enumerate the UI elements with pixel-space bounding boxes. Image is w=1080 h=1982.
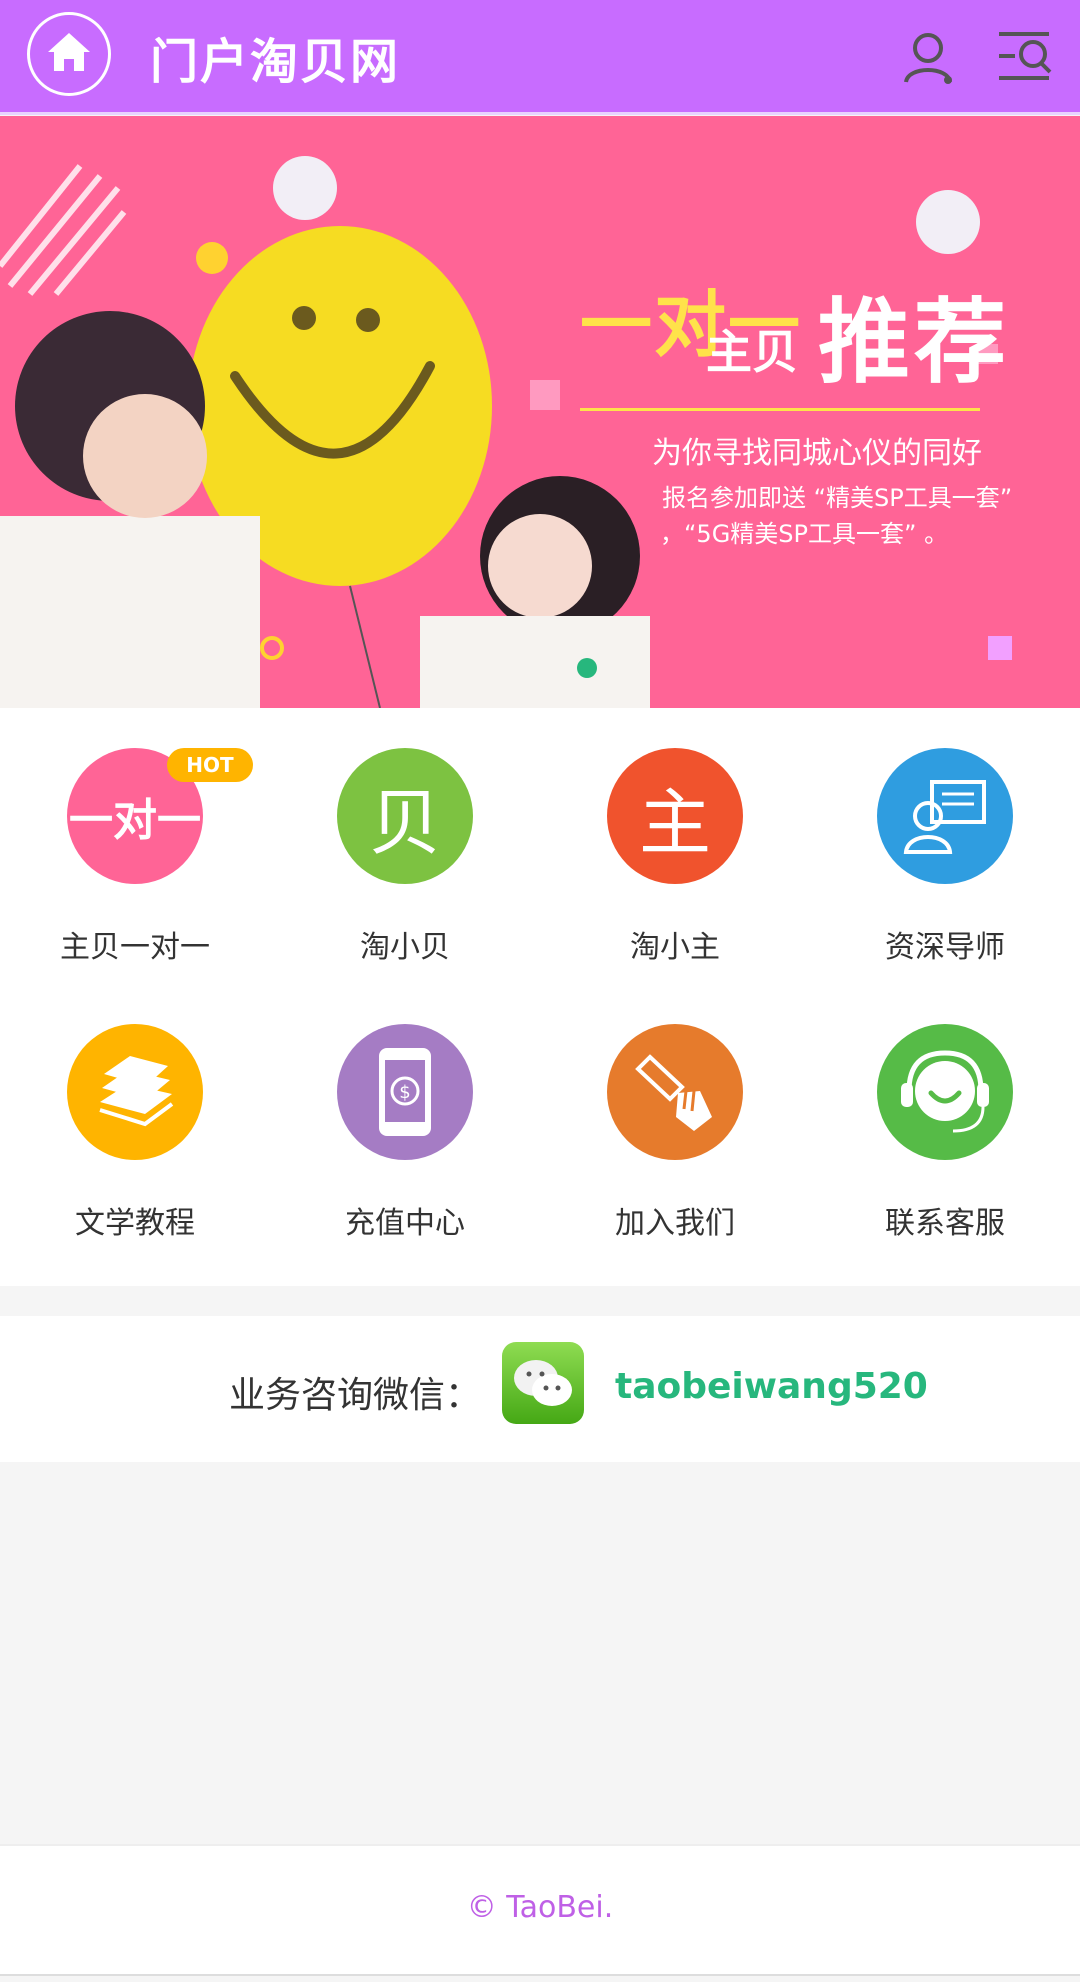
banner-illustration (0, 156, 1012, 708)
grid-item-join[interactable]: 加入我们 (540, 984, 810, 1260)
copyright: © TaoBei. (466, 1890, 614, 1925)
hot-badge: HOT (167, 748, 253, 782)
footer: © TaoBei. (0, 1844, 1080, 1976)
user-button[interactable] (900, 28, 960, 88)
grid-item-label: 充值中心 (345, 1206, 465, 1241)
carousel-dot[interactable] (577, 658, 597, 678)
grid-item-recharge[interactable]: $ 充值中心 (270, 984, 540, 1260)
feature-grid: 一对一 HOT 主贝一对一 贝 淘小贝 主 淘小主 资深导师 文学教程 $ 充值… (0, 708, 1080, 1286)
banner-subheadline: 主贝 (706, 325, 798, 379)
promo-banner[interactable]: 一对一 主贝 推荐 为你寻找同城心仪的同好 报名参加即送 “精美SP工具一套” … (0, 116, 1080, 708)
grid-item-tutorials[interactable]: 文学教程 (0, 984, 270, 1260)
phone-dollar-icon: $ (337, 1024, 473, 1160)
app-title: 门户淘贝网 (150, 34, 401, 90)
wechat-id[interactable]: taobeiwang520 (615, 1366, 928, 1407)
grid-item-label: 淘小主 (630, 930, 720, 965)
bei-glyph: 贝 (368, 780, 441, 865)
banner-promo-1: 报名参加即送 “精美SP工具一套” (662, 484, 1013, 512)
grid-item-mentor[interactable]: 资深导师 (810, 708, 1080, 984)
zhu-glyph: 主 (638, 780, 711, 865)
one-on-one-glyph: 一对一 (69, 795, 201, 846)
consult-label: 业务咨询微信： (229, 1375, 482, 1416)
grid-item-one-on-one[interactable]: 一对一 HOT 主贝一对一 (0, 708, 270, 984)
wechat-icon (502, 1342, 584, 1424)
banner-promo-2: ，“5G精美SP工具一套” 。 (660, 520, 949, 548)
menu-search-icon (995, 32, 1055, 92)
svg-text:$: $ (399, 1082, 410, 1103)
banner-recommend: 推荐 (818, 289, 1011, 396)
grid-item-label: 文学教程 (75, 1206, 195, 1241)
home-icon (46, 31, 92, 77)
grid-item-zhu[interactable]: 主 淘小主 (540, 708, 810, 984)
menu-search-button[interactable] (995, 28, 1055, 88)
user-icon (900, 33, 960, 92)
handshake-icon (607, 1024, 743, 1160)
grid-item-label: 主贝一对一 (60, 930, 210, 965)
mentor-icon (877, 748, 1013, 884)
grid-item-label: 资深导师 (885, 930, 1005, 965)
grid-item-support[interactable]: 联系客服 (810, 984, 1080, 1260)
grid-item-label: 加入我们 (615, 1206, 735, 1241)
zhu-icon: 主 (607, 748, 743, 884)
bei-icon: 贝 (337, 748, 473, 884)
wechat-consult-bar: 业务咨询微信： taobeiwang520 (0, 1316, 1080, 1462)
grid-item-label: 淘小贝 (360, 930, 450, 965)
home-button[interactable] (27, 12, 111, 96)
books-icon (67, 1024, 203, 1160)
top-bar: 门户淘贝网 (0, 0, 1080, 115)
headset-icon (877, 1024, 1013, 1160)
banner-divider (580, 408, 980, 411)
grid-item-label: 联系客服 (885, 1206, 1005, 1241)
grid-item-bei[interactable]: 贝 淘小贝 (270, 708, 540, 984)
banner-subtitle: 为你寻找同城心仪的同好 (652, 436, 982, 471)
